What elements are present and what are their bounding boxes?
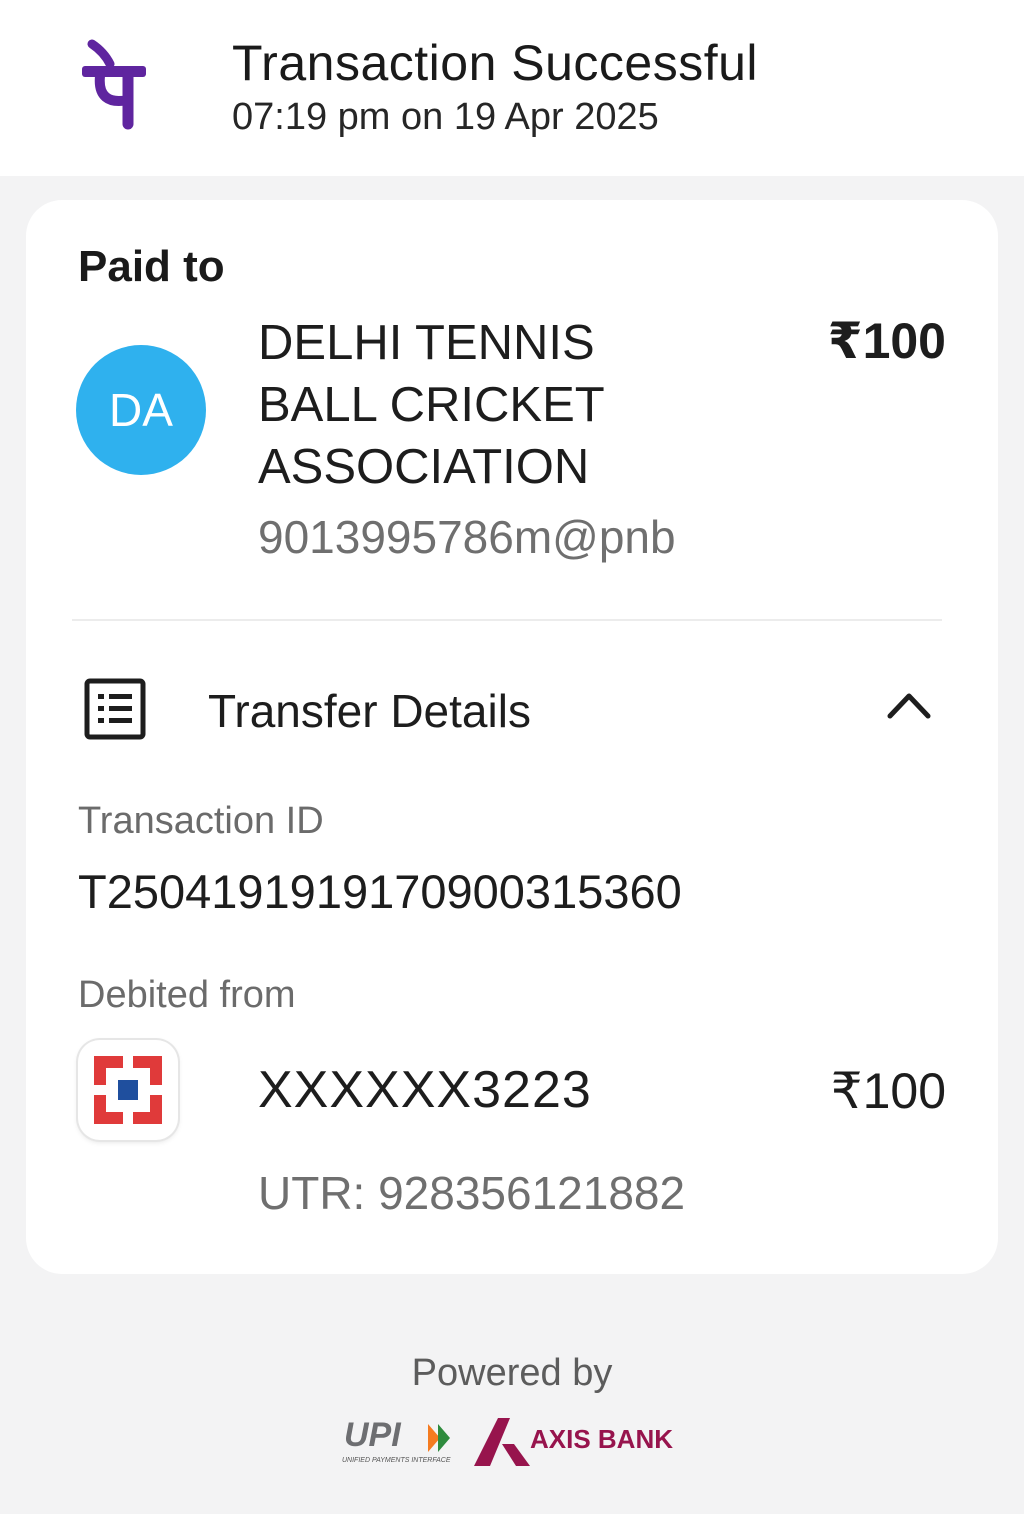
- avatar-initials: DA: [109, 384, 173, 436]
- transaction-id-label: Transaction ID: [78, 800, 324, 842]
- bank-logo: [78, 1040, 178, 1140]
- transaction-timestamp: 07:19 pm on 19 Apr 2025: [232, 96, 659, 138]
- paid-to-label: Paid to: [78, 242, 225, 291]
- transaction-receipt-screen: Transaction Successful 07:19 pm on 19 Ap…: [0, 0, 1024, 1514]
- utr-number[interactable]: UTR: 928356121882: [258, 1166, 685, 1220]
- transfer-details-toggle[interactable]: Transfer Details: [208, 684, 531, 738]
- phonepe-logo: [82, 39, 146, 130]
- svg-text:UPI: UPI: [344, 1416, 402, 1454]
- payee-name: DELHI TENNIS BALL CRICKET ASSOCIATION: [258, 316, 604, 494]
- transaction-id-value[interactable]: T2504191919170900315360: [78, 864, 682, 919]
- payee-avatar: DA: [76, 345, 206, 475]
- debited-amount: ₹100: [830, 1063, 946, 1119]
- paid-amount: ₹100: [827, 313, 946, 369]
- svg-text:AXIS BANK: AXIS BANK: [530, 1424, 673, 1454]
- bank-logo-mark: [90, 1052, 166, 1128]
- payee-upi-id: 9013995786m@pnb: [258, 511, 676, 563]
- status-title: Transaction Successful: [232, 35, 759, 91]
- svg-text:UNIFIED PAYMENTS INTERFACE: UNIFIED PAYMENTS INTERFACE: [342, 1457, 451, 1464]
- divider: [72, 619, 942, 621]
- upi-logo: UPI UNIFIED PAYMENTS INTERFACE: [342, 1416, 451, 1464]
- header: Transaction Successful 07:19 pm on 19 Ap…: [0, 0, 1024, 176]
- powered-by-label: Powered by: [411, 1352, 613, 1394]
- debited-from-label: Debited from: [78, 974, 296, 1016]
- receipt-card: Paid to DA DELHI TENNIS BALL CRICKET ASS…: [26, 200, 998, 1274]
- axis-bank-logo: AXIS BANK: [474, 1418, 673, 1466]
- chevron-up-icon[interactable]: [886, 690, 932, 720]
- account-number: XXXXXX3223: [258, 1061, 592, 1119]
- receipt-list-icon: [84, 678, 146, 740]
